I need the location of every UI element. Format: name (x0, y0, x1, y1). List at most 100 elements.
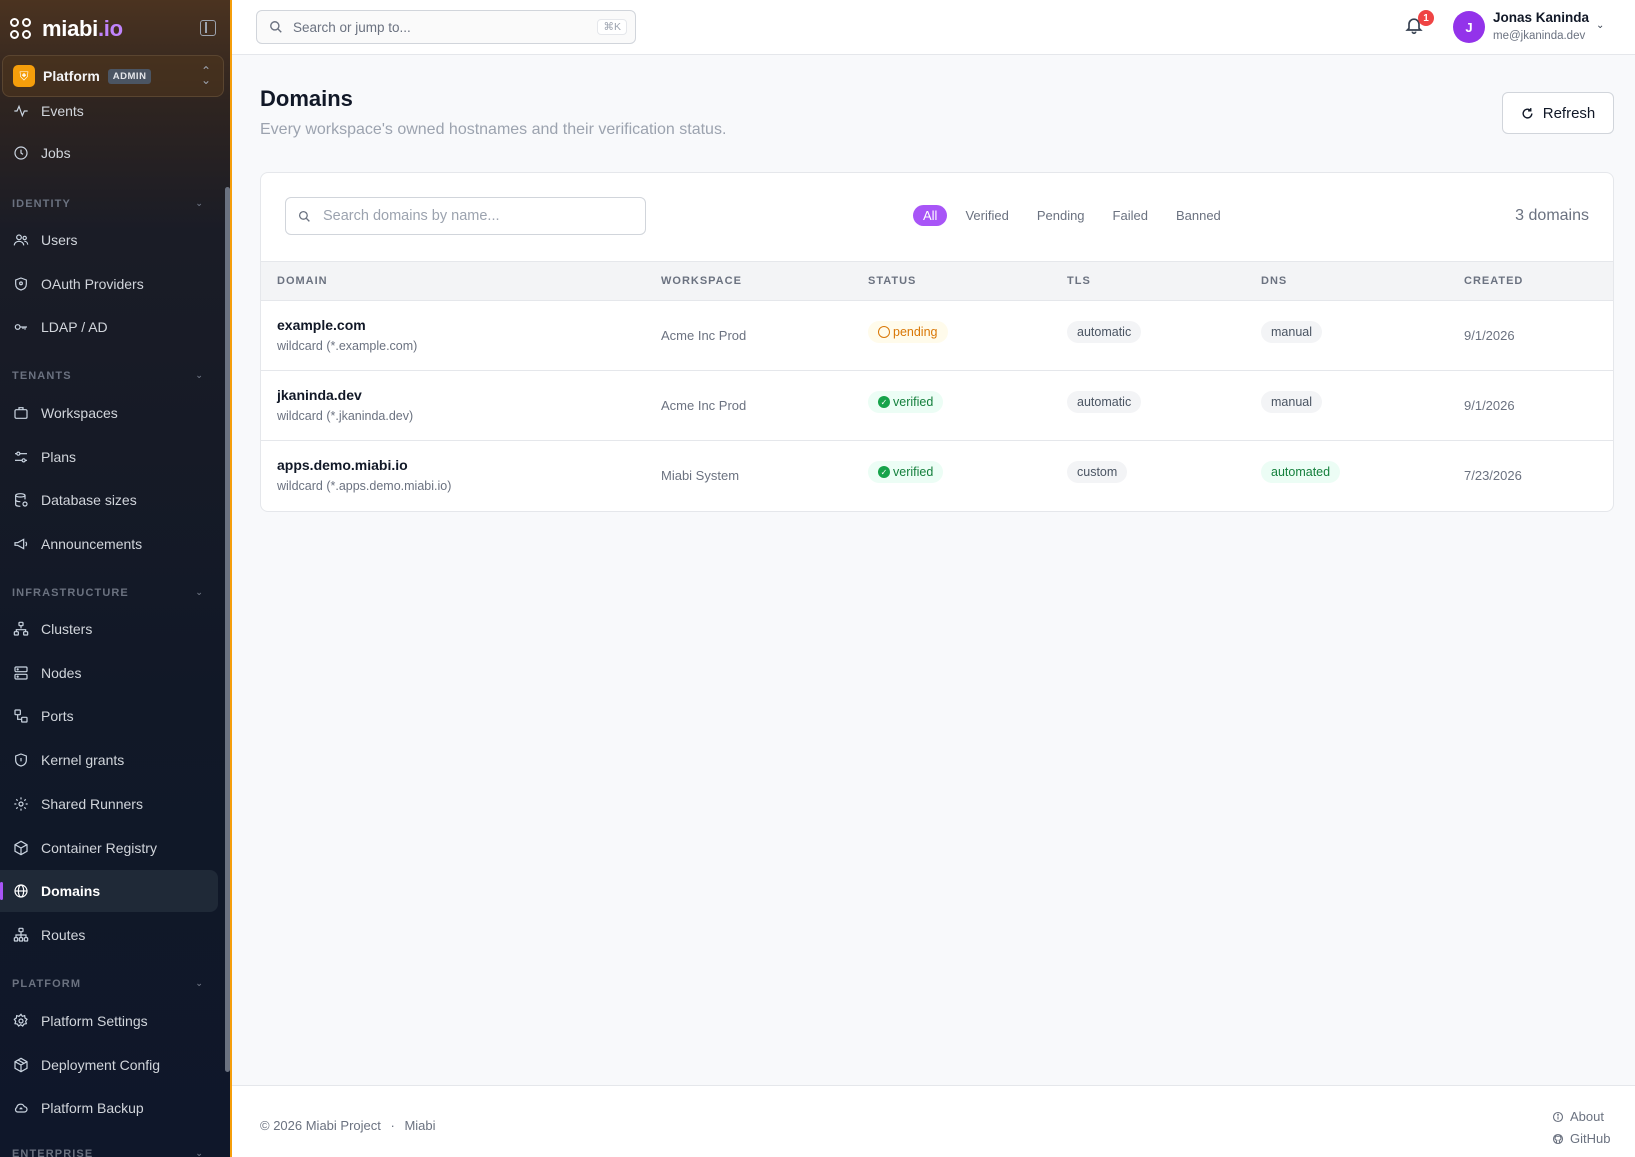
sidebar-item-shared-runners[interactable]: Shared Runners (0, 783, 218, 825)
user-name[interactable]: Jonas Kaninda (1493, 10, 1589, 25)
domain-name[interactable]: jkaninda.dev (277, 387, 413, 403)
sidebar-section-tenants[interactable]: TENANTS ⌄ (12, 370, 204, 382)
refresh-label: Refresh (1542, 104, 1596, 122)
globe-icon (14, 884, 28, 898)
footer-copyright: © 2026 Miabi Project · Miabi (260, 1118, 436, 1133)
settings-icon (13, 1013, 28, 1027)
chevron-down-icon: ⌄ (195, 370, 204, 380)
status-badge: ✓ verified (868, 391, 944, 413)
domains-card: Search domains by name... All Verified Pen… (260, 172, 1614, 512)
sidebar-section-infrastructure[interactable]: INFRASTRUCTURE ⌄ (12, 587, 204, 599)
workspace-cell: Miabi System (661, 468, 740, 483)
tenant-badge: ADMIN (107, 68, 152, 84)
column-workspace[interactable]: WORKSPACE (661, 275, 742, 287)
sidebar-section-enterprise[interactable]: ENTERPRISE ⌄ (12, 1148, 204, 1157)
sidebar-section-identity[interactable]: IDENTITY ⌄ (12, 198, 204, 210)
tls-badge: custom (1067, 461, 1128, 483)
sidebar-item-database-sizes[interactable]: Database sizes (0, 479, 218, 521)
workspace-cell: Acme Inc Prod (661, 328, 747, 343)
domain-count: 3 domains (1515, 207, 1589, 224)
sidebar-item-platform-settings[interactable]: Platform Settings (0, 1000, 218, 1042)
sidebar-item-plans[interactable]: Plans (0, 436, 218, 478)
domain-search-input[interactable]: Search domains by name... (285, 197, 646, 235)
info-icon (1552, 1111, 1564, 1123)
network-icon (13, 621, 29, 636)
domain-cell: jkaninda.dev wildcard (*.jkaninda.dev) (277, 387, 413, 423)
search-shortcut: ⌘K (597, 19, 627, 35)
filter-chip-pending[interactable]: Pending (1027, 205, 1095, 226)
sidebar-item-deployment-config[interactable]: Deployment Config (0, 1044, 218, 1086)
filter-chip-verified[interactable]: Verified (955, 205, 1018, 226)
sidebar-section-platform[interactable]: PLATFORM ⌄ (12, 978, 204, 990)
notifications-button[interactable]: 1 (1404, 10, 1434, 38)
server-icon (14, 666, 28, 680)
domain-wildcard: wildcard (*.example.com) (277, 339, 418, 353)
filter-chip-failed[interactable]: Failed (1103, 205, 1158, 226)
table-row[interactable]: apps.demo.miabi.io wildcard (*.apps.demo.… (261, 441, 1613, 511)
footer-brand-link[interactable]: Miabi (404, 1118, 435, 1133)
about-link[interactable]: About (1552, 1106, 1610, 1128)
column-domain[interactable]: DOMAIN (277, 275, 328, 287)
topbar: Search or jump to... ⌘K 1 J Jonas Kanind… (232, 0, 1635, 55)
sitemap-icon (13, 927, 29, 942)
column-tls[interactable]: TLS (1067, 275, 1091, 287)
notifications-badge: 1 (1418, 10, 1434, 26)
sliders-icon (15, 451, 27, 463)
sidebar-item-ports[interactable]: Ports (0, 695, 218, 737)
avatar[interactable]: J (1453, 11, 1485, 43)
table-row[interactable]: example.com wildcard (*.example.com) Acme … (261, 301, 1613, 371)
sidebar-item-platform-backup[interactable]: Platform Backup (0, 1087, 218, 1129)
column-created[interactable]: CREATED (1464, 275, 1523, 287)
cog-icon (14, 797, 28, 811)
sidebar-item-oauth-providers[interactable]: OAuth Providers (0, 263, 218, 305)
status-cell: ✓ verified (868, 391, 944, 413)
page-title: Domains (260, 86, 353, 111)
sidebar-item-users[interactable]: Users (0, 219, 218, 261)
chevron-down-icon: ⌄ (195, 978, 204, 988)
created-cell: 7/23/2026 (1464, 468, 1522, 483)
tls-cell: automatic (1067, 321, 1142, 343)
status-cell: ✓ verified (868, 461, 944, 483)
sidebar-item-clusters[interactable]: Clusters (0, 608, 218, 650)
cloud-icon (14, 1103, 28, 1113)
clock-icon (878, 326, 890, 338)
sidebar-item-events[interactable]: Events (0, 90, 218, 132)
brand[interactable]: miabi.io (10, 14, 123, 44)
github-link[interactable]: GitHub (1552, 1128, 1610, 1150)
chevron-down-icon[interactable]: ⌄ (1596, 20, 1604, 31)
sidebar-item-announcements[interactable]: Announcements (0, 523, 218, 565)
footer: © 2026 Miabi Project · Miabi About GitHu… (232, 1085, 1635, 1157)
chevron-down-icon: ⌄ (195, 587, 204, 597)
domain-wildcard: wildcard (*.jkaninda.dev) (277, 409, 414, 423)
global-search[interactable]: Search or jump to... ⌘K (256, 10, 636, 44)
collapse-sidebar-icon[interactable] (200, 20, 216, 36)
sidebar-item-domains[interactable]: Domains (0, 870, 218, 912)
sidebar-item-container-registry[interactable]: Container Registry (0, 827, 218, 869)
refresh-icon (1522, 107, 1533, 119)
sidebar-item-ldap-ad[interactable]: LDAP / AD (0, 306, 218, 348)
sidebar-scrollbar[interactable] (225, 187, 230, 1072)
megaphone-icon (14, 538, 28, 550)
sidebar-item-nodes[interactable]: Nodes (0, 652, 218, 694)
filter-chip-banned[interactable]: Banned (1166, 205, 1231, 226)
dns-badge: manual (1261, 391, 1322, 413)
status-badge: pending (868, 321, 948, 343)
column-status[interactable]: STATUS (868, 275, 916, 287)
sidebar-item-routes[interactable]: Routes (0, 914, 218, 956)
users-icon (13, 234, 29, 246)
sidebar-item-workspaces[interactable]: Workspaces (0, 392, 218, 434)
sidebar-item-kernel-grants[interactable]: Kernel grants (0, 739, 218, 781)
search-icon (270, 21, 282, 33)
global-search-placeholder: Search or jump to... (293, 19, 411, 35)
dns-badge: automated (1261, 461, 1341, 483)
domain-name[interactable]: example.com (277, 317, 417, 333)
workspace-cell: Acme Inc Prod (661, 398, 747, 413)
table-row[interactable]: jkaninda.dev wildcard (*.jkaninda.dev) Acm… (261, 371, 1613, 441)
column-dns[interactable]: DNS (1261, 275, 1287, 287)
filter-chip-all[interactable]: All (913, 205, 948, 226)
refresh-button[interactable]: Refresh (1502, 92, 1614, 134)
domain-name[interactable]: apps.demo.miabi.io (277, 457, 451, 473)
tls-cell: automatic (1067, 391, 1142, 413)
domain-wildcard: wildcard (*.apps.demo.miabi.io) (277, 479, 452, 493)
sidebar-item-jobs[interactable]: Jobs (0, 132, 218, 174)
